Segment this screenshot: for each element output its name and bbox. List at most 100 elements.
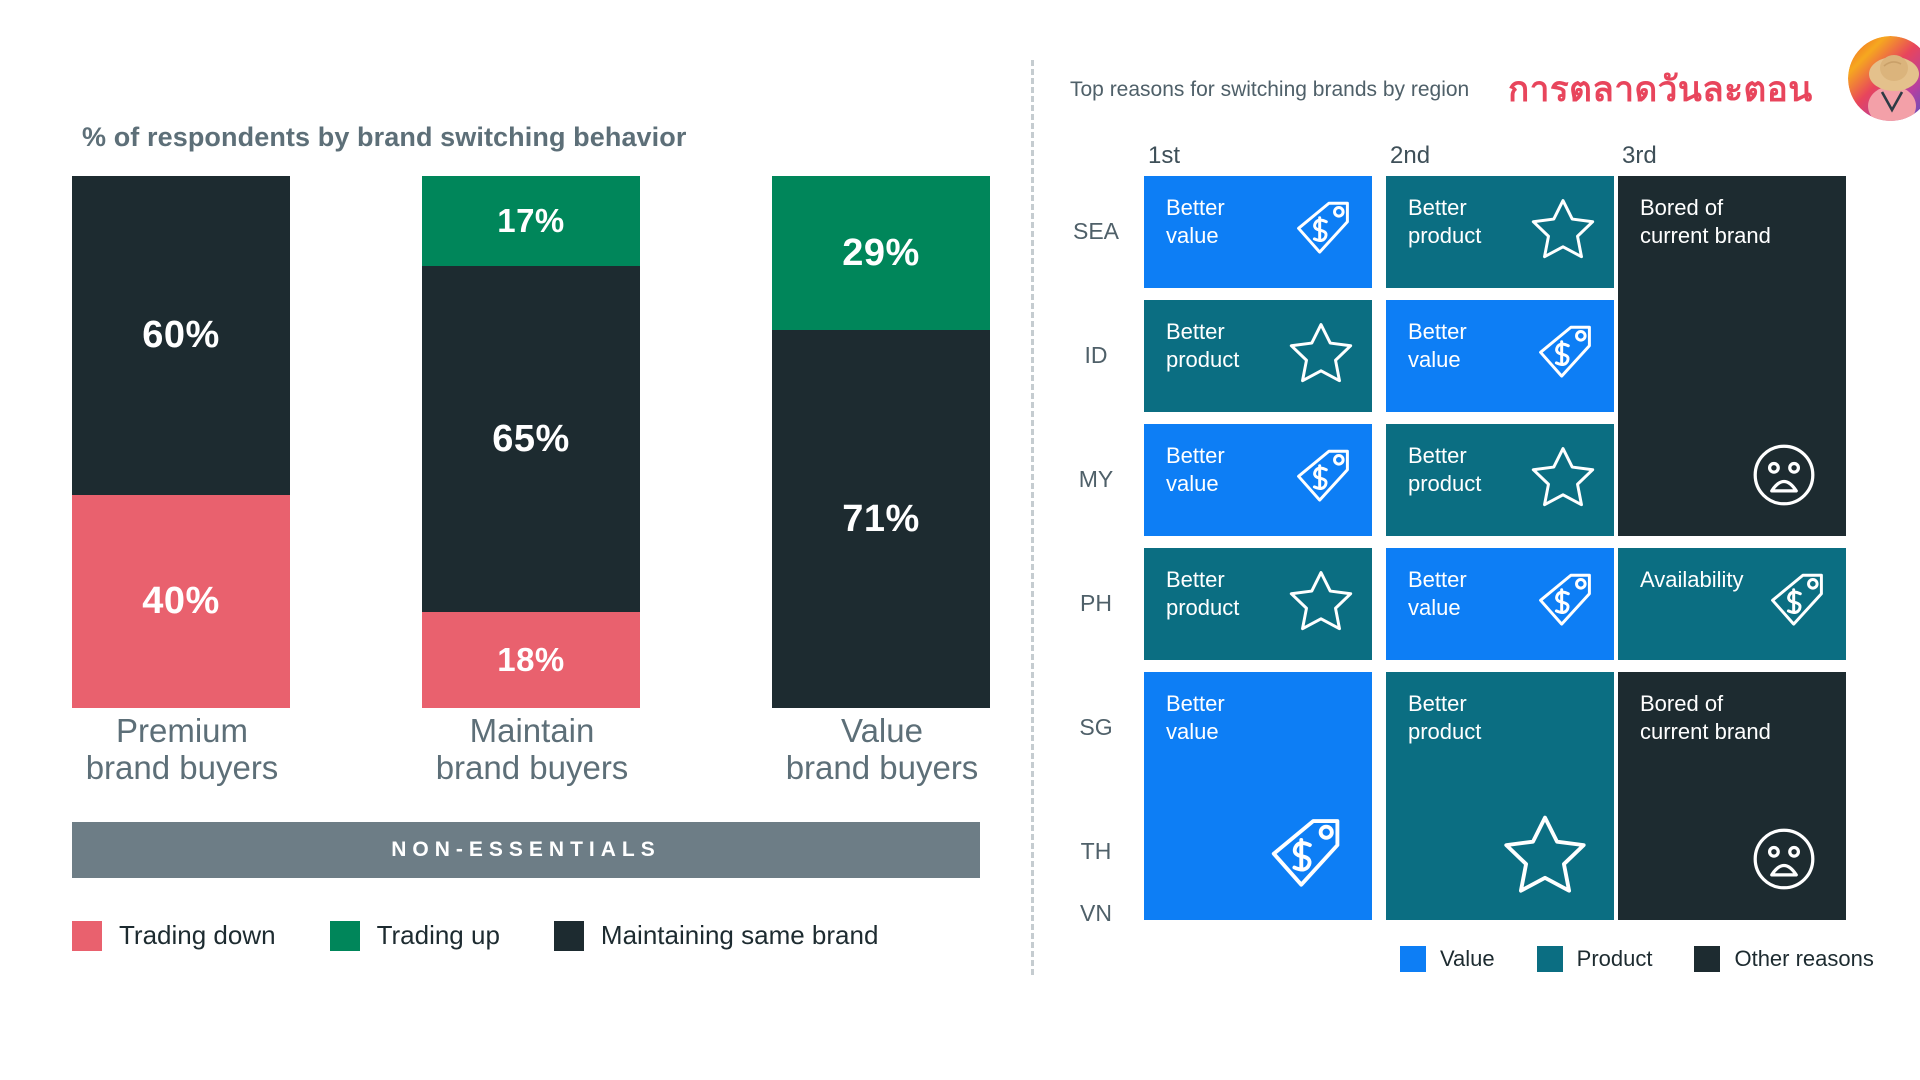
- price-tag-icon: [1762, 566, 1828, 637]
- row-label-th: TH: [1080, 838, 1112, 864]
- reason-cell[interactable]: Better product: [1386, 672, 1614, 920]
- price-tag-icon: [1288, 442, 1354, 513]
- non-essentials-banner: NON-ESSENTIALS: [72, 822, 980, 878]
- panel-divider: [1031, 60, 1034, 975]
- bar-segment-value: 60%: [142, 314, 220, 357]
- legend-label: Other reasons: [1734, 946, 1874, 971]
- bar-segment: 65%: [422, 266, 640, 613]
- reason-cell-label: Better value: [1166, 691, 1225, 745]
- reason-cell-label: Better product: [1408, 443, 1482, 497]
- legend-label: Value: [1440, 946, 1495, 971]
- reason-cell[interactable]: Bored of current brand: [1618, 176, 1846, 536]
- reason-cell-label: Better product: [1408, 195, 1482, 249]
- reason-cell-label: Better product: [1166, 319, 1240, 373]
- legend-label: Product: [1576, 946, 1653, 971]
- price-tag-icon: [1530, 566, 1596, 637]
- stacked-bar-chart: 60% 40% 17% 65% 18% 29% 71% Premium brand buy…: [70, 176, 1000, 786]
- row-label-my: MY: [1078, 466, 1114, 492]
- reason-cell[interactable]: Better value: [1144, 672, 1372, 920]
- price-tag-icon: [1260, 809, 1346, 900]
- legend-swatch: [553, 920, 584, 951]
- bar-label-line: Premium: [115, 712, 249, 749]
- legend-item: Other reasons: [1694, 946, 1874, 972]
- legend-swatch: [72, 920, 102, 951]
- infographic-root: % of respondents by brand switching beha…: [0, 0, 1920, 1080]
- legend-item: Trading up: [329, 920, 500, 951]
- row-label-ph: PH: [1080, 590, 1112, 616]
- bar-segment-value: 40%: [142, 580, 220, 623]
- legend-item: Maintaining same brand: [553, 920, 879, 951]
- top-reasons-panel: Top reasons for switching brands by regi…: [1060, 0, 1920, 1080]
- legend-swatch: [1694, 946, 1721, 972]
- reason-cell[interactable]: Better product: [1386, 176, 1614, 288]
- bar-segment-value: 71%: [842, 497, 920, 540]
- brand-wordmark: การตลาดวันละตอน: [1508, 70, 1813, 110]
- reason-cell[interactable]: Better value: [1386, 548, 1614, 660]
- star-icon: [1530, 194, 1596, 265]
- row-label-sea: SEA: [1072, 218, 1120, 244]
- reason-cell-label: Availability: [1640, 567, 1744, 592]
- row-label-vn: VN: [1080, 900, 1112, 926]
- reason-cell-label: Better product: [1408, 691, 1482, 745]
- bar-label-maintain: Maintain brand buyers: [402, 712, 662, 787]
- legend-label: Trading down: [119, 920, 276, 950]
- sad-face-icon: [1748, 823, 1820, 900]
- reason-cell[interactable]: Better value: [1144, 176, 1372, 288]
- star-icon: [1288, 318, 1354, 389]
- reason-cell-label: Better value: [1408, 567, 1467, 621]
- legend-item: Value: [1400, 946, 1495, 972]
- brand-avatar: [1848, 36, 1920, 121]
- bar-stack: 29% 71%: [772, 176, 990, 708]
- price-tag-icon: [1288, 194, 1354, 265]
- sad-face-icon: [1748, 439, 1820, 516]
- bar-segment-value: 18%: [497, 641, 565, 679]
- legend-swatch: [1536, 946, 1563, 972]
- reason-cell-label: Bored of current brand: [1640, 195, 1771, 249]
- reason-cell-label: Better value: [1166, 195, 1225, 249]
- reason-cell[interactable]: Better product: [1386, 424, 1614, 536]
- reasons-grid: SEA ID MY PH SG TH VN Better value Better produc…: [1060, 176, 1920, 926]
- reason-cell-label: Better product: [1166, 567, 1240, 621]
- bar-stack: 17% 65% 18%: [422, 176, 640, 708]
- bar-segment: 71%: [772, 330, 990, 708]
- legend-label: Trading up: [376, 920, 500, 950]
- bar-segment-value: 65%: [492, 417, 570, 460]
- legend-item: Product: [1536, 946, 1653, 972]
- right-panel-title: Top reasons for switching brands by regi…: [1070, 78, 1470, 101]
- chart-legend: Trading down Trading up Maintaining same b…: [72, 920, 932, 951]
- bar-label-line: brand buyers: [435, 749, 629, 787]
- reason-cell[interactable]: Better product: [1144, 548, 1372, 660]
- bar-label-premium: Premium brand buyers: [52, 712, 312, 787]
- brand-switching-chart-panel: % of respondents by brand switching beha…: [0, 0, 1030, 1080]
- row-label-id: ID: [1084, 342, 1108, 368]
- chart-title: % of respondents by brand switching beha…: [82, 122, 687, 152]
- bar-segment-value: 29%: [842, 231, 920, 274]
- legend-label: Maintaining same brand: [600, 920, 879, 950]
- bar-segment: 40%: [72, 495, 290, 708]
- bar-label-value: Value brand buyers: [752, 712, 1012, 787]
- bar-segment: 29%: [772, 176, 990, 331]
- reason-cell-label: Better value: [1408, 319, 1467, 373]
- legend-item: Trading down: [72, 920, 276, 951]
- column-header-3rd: 3rd: [1622, 142, 1657, 169]
- reasons-legend: Value Product Other reasons: [1400, 946, 1916, 972]
- legend-swatch: [1400, 946, 1426, 972]
- bar-column-maintain: 17% 65% 18%: [422, 176, 640, 708]
- star-icon: [1288, 566, 1354, 637]
- reason-cell[interactable]: Better value: [1144, 424, 1372, 536]
- bar-segment: 17%: [422, 176, 640, 267]
- reason-cell[interactable]: Bored of current brand: [1618, 672, 1846, 920]
- bar-segment: 60%: [72, 176, 290, 496]
- star-icon: [1530, 442, 1596, 513]
- bar-label-line: Maintain: [469, 712, 595, 749]
- bar-label-line: brand buyers: [785, 749, 979, 787]
- bar-column-premium: 60% 40%: [72, 176, 290, 708]
- reason-cell[interactable]: Better product: [1144, 300, 1372, 412]
- bar-stack: 60% 40%: [72, 176, 290, 708]
- bar-label-line: Value: [841, 712, 923, 749]
- reason-cell[interactable]: Better value: [1386, 300, 1614, 412]
- legend-swatch: [329, 920, 360, 951]
- price-tag-icon: [1530, 318, 1596, 389]
- bar-column-value: 29% 71%: [772, 176, 990, 708]
- reason-cell[interactable]: Availability: [1618, 548, 1846, 660]
